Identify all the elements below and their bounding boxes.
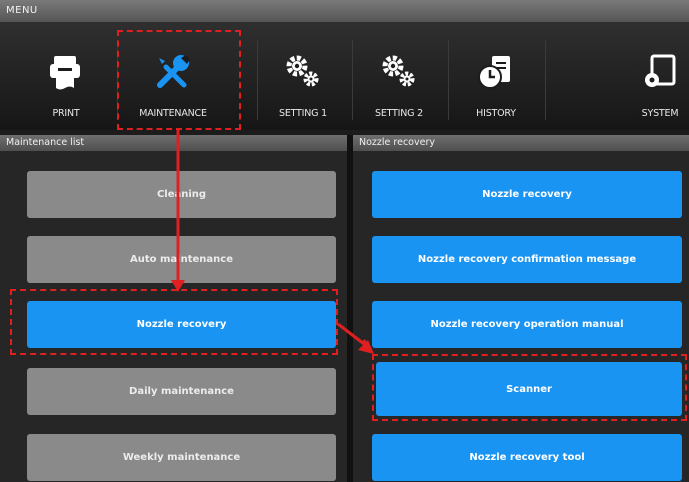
toolbar-setting1-button[interactable]: SETTING 1 — [257, 22, 349, 130]
toolbar-print-button[interactable]: PRINT — [20, 22, 112, 130]
auto-maintenance-button[interactable]: Auto maintenance — [27, 236, 336, 283]
daily-maintenance-button[interactable]: Daily maintenance — [27, 368, 336, 415]
weekly-maintenance-button[interactable]: Weekly maintenance — [27, 434, 336, 481]
main-toolbar: PRINT MAINTENANCE SETTING 1 SETTING 2 HI… — [0, 22, 689, 130]
toolbar-separator — [545, 40, 546, 120]
toolbar-item-label: SETTING 1 — [278, 108, 327, 119]
toolbar-item-label: PRINT — [52, 108, 80, 119]
toolbar-item-label: SETTING 2 — [374, 108, 423, 119]
print-icon — [50, 56, 80, 90]
toolbar-item-label: MAINTENANCE — [139, 108, 207, 119]
toolbar-history-button[interactable]: HISTORY — [450, 22, 542, 130]
toolbar-maintenance-button[interactable]: MAINTENANCE — [127, 22, 219, 130]
gears-icon — [286, 55, 319, 87]
toolbar-item-label: SYSTEM — [641, 108, 679, 119]
nozzle-recovery-confirmation-message-button[interactable]: Nozzle recovery confirmation message — [372, 236, 682, 283]
toolbar-setting2-button[interactable]: SETTING 2 — [353, 22, 445, 130]
history-clock-icon — [478, 56, 510, 89]
maintenance-list-header: Maintenance list — [0, 135, 347, 151]
scanner-button[interactable]: Scanner — [376, 362, 682, 416]
toolbar-separator — [448, 40, 449, 120]
gears-icon — [382, 55, 415, 87]
toolbar-system-button[interactable]: SYSTEM — [614, 22, 689, 130]
nozzle-recovery-tool-button[interactable]: Nozzle recovery tool — [372, 434, 682, 481]
system-icon — [645, 54, 676, 87]
nozzle-recovery-header: Nozzle recovery — [353, 135, 689, 151]
menu-header: MENU — [0, 0, 689, 22]
toolbar-item-label: HISTORY — [476, 108, 516, 119]
printer-control-app: MENU PRINT MAINTENANCE SETTING 1 SETTING… — [0, 0, 689, 482]
nozzle-recovery-button[interactable]: Nozzle recovery — [372, 171, 682, 218]
nozzle-recovery-list-button[interactable]: Nozzle recovery — [27, 301, 336, 348]
wrench-screwdriver-icon — [157, 55, 190, 88]
nozzle-recovery-operation-manual-button[interactable]: Nozzle recovery operation manual — [372, 301, 682, 348]
cleaning-button[interactable]: Cleaning — [27, 171, 336, 218]
toolbar-separator — [117, 40, 118, 120]
